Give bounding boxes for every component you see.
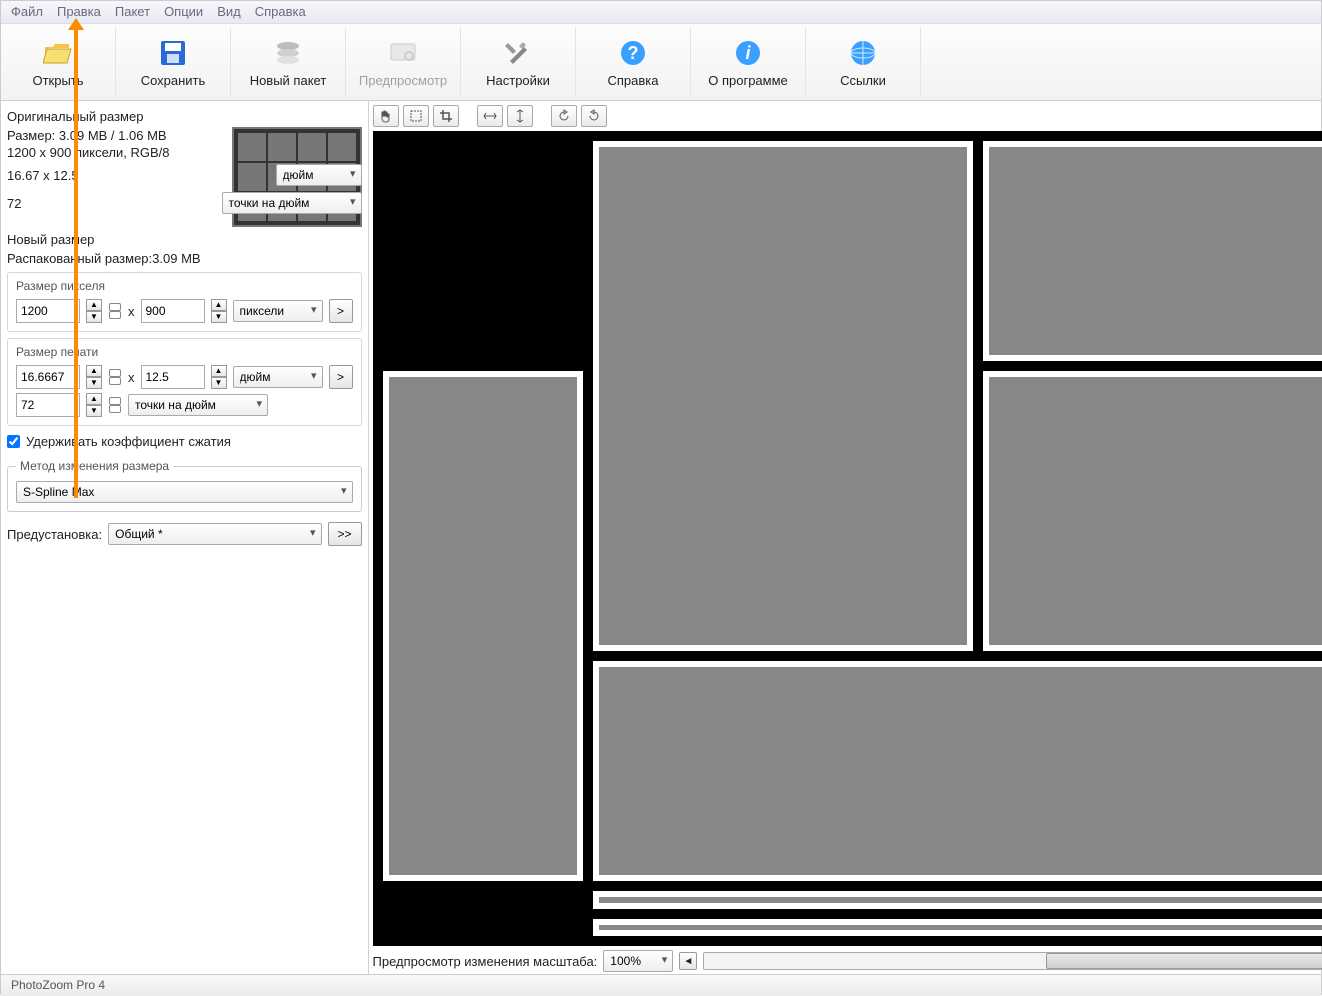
x-separator: x bbox=[128, 304, 135, 319]
left-panel: Оригинальный размер Размер: 3.09 MB / 1.… bbox=[1, 101, 369, 974]
pixel-unit-select[interactable]: пиксели bbox=[233, 300, 323, 322]
collage-tile bbox=[983, 371, 1322, 651]
zoom-label: Предпросмотр изменения масштаба: bbox=[373, 954, 598, 969]
status-bar: PhotoZoom Pro 4 bbox=[1, 974, 1321, 996]
pixel-size-group: Размер пикселя ▲▼ x ▲▼ пиксели > bbox=[7, 272, 362, 332]
resolution-spinner[interactable]: ▲▼ bbox=[86, 393, 102, 417]
print-lock-icon[interactable] bbox=[108, 365, 122, 389]
preview-toolbar bbox=[369, 101, 1322, 131]
new-batch-button[interactable]: Новый пакет bbox=[231, 28, 346, 96]
unpacked-size: Распакованный размер:3.09 MB bbox=[7, 251, 362, 266]
main-toolbar: Открыть Сохранить Новый пакет Предпросмо… bbox=[1, 23, 1321, 101]
about-button[interactable]: i О программе bbox=[691, 28, 806, 96]
open-button[interactable]: Открыть bbox=[1, 28, 116, 96]
pixel-height-spinner[interactable]: ▲▼ bbox=[211, 299, 227, 323]
preview-label: Предпросмотр bbox=[359, 73, 447, 88]
help-button[interactable]: ? Справка bbox=[576, 28, 691, 96]
collage-tile bbox=[383, 371, 583, 881]
rotate-right-button[interactable] bbox=[581, 105, 607, 127]
links-button[interactable]: Ссылки bbox=[806, 28, 921, 96]
new-batch-label: Новый пакет bbox=[250, 73, 327, 88]
pixel-width-input[interactable] bbox=[16, 299, 80, 323]
menubar: Файл Правка Пакет Опции Вид Справка bbox=[1, 1, 1321, 23]
resize-method-group: Метод изменения размера S-Spline Max bbox=[7, 459, 362, 512]
svg-text:?: ? bbox=[628, 43, 639, 63]
aspect-lock-icon[interactable] bbox=[108, 299, 122, 323]
crop-tool-button[interactable] bbox=[433, 105, 459, 127]
resize-method-select[interactable]: S-Spline Max bbox=[16, 481, 353, 503]
menu-file[interactable]: Файл bbox=[11, 4, 43, 20]
menu-help[interactable]: Справка bbox=[255, 4, 306, 20]
print-size-group: Размер печати ▲▼ x ▲▼ дюйм > ▲▼ точки на… bbox=[7, 338, 362, 426]
menu-options[interactable]: Опции bbox=[164, 4, 203, 20]
print-unit-select[interactable]: дюйм bbox=[233, 366, 323, 388]
stack-icon bbox=[272, 37, 304, 69]
globe-icon bbox=[847, 37, 879, 69]
settings-button[interactable]: Настройки bbox=[461, 28, 576, 96]
rotate-left-button[interactable] bbox=[551, 105, 577, 127]
image-preview[interactable] bbox=[373, 131, 1322, 946]
preview-zoom-bar: Предпросмотр изменения масштаба: 100% ◄ … bbox=[373, 950, 1322, 972]
pixel-width-spinner[interactable]: ▲▼ bbox=[86, 299, 102, 323]
preset-select[interactable]: Общий * bbox=[108, 523, 321, 545]
links-label: Ссылки bbox=[840, 73, 886, 88]
save-label: Сохранить bbox=[141, 73, 206, 88]
preset-more-button[interactable]: >> bbox=[328, 522, 362, 546]
save-disk-icon bbox=[157, 37, 189, 69]
folder-open-icon bbox=[42, 37, 74, 69]
resolution-unit-select[interactable]: точки на дюйм bbox=[128, 394, 268, 416]
about-label: О программе bbox=[708, 73, 788, 88]
scroll-left-button[interactable]: ◄ bbox=[679, 952, 697, 970]
collage-tile bbox=[593, 661, 1322, 881]
hand-tool-button[interactable] bbox=[373, 105, 399, 127]
collage-tile bbox=[593, 891, 1322, 909]
resize-method-legend: Метод изменения размера bbox=[16, 459, 173, 473]
keep-ratio-checkbox[interactable] bbox=[7, 435, 20, 448]
annotation-arrow bbox=[74, 28, 78, 498]
keep-ratio-label: Удерживать коэффициент сжатия bbox=[26, 434, 231, 449]
pixel-size-label: Размер пикселя bbox=[16, 279, 353, 293]
pixel-more-button[interactable]: > bbox=[329, 299, 353, 323]
x-separator-2: x bbox=[128, 370, 135, 385]
collage-tile bbox=[983, 141, 1322, 361]
pixel-height-input[interactable] bbox=[141, 299, 205, 323]
marquee-tool-button[interactable] bbox=[403, 105, 429, 127]
tools-icon bbox=[502, 37, 534, 69]
new-size-title: Новый размер bbox=[7, 228, 362, 249]
help-icon: ? bbox=[617, 37, 649, 69]
print-more-button[interactable]: > bbox=[329, 365, 353, 389]
original-dpi-select[interactable]: точки на дюйм bbox=[222, 192, 362, 214]
menu-view[interactable]: Вид bbox=[217, 4, 241, 20]
original-resolution: 72 bbox=[7, 196, 21, 211]
horizontal-scrollbar[interactable] bbox=[703, 952, 1322, 970]
info-icon: i bbox=[732, 37, 764, 69]
zoom-select[interactable]: 100% bbox=[603, 950, 673, 972]
flip-horizontal-button[interactable] bbox=[477, 105, 503, 127]
menu-batch[interactable]: Пакет bbox=[115, 4, 150, 20]
save-button[interactable]: Сохранить bbox=[116, 28, 231, 96]
right-panel: Предпросмотр изменения масштаба: 100% ◄ … bbox=[369, 101, 1322, 974]
help-label: Справка bbox=[608, 73, 659, 88]
flip-vertical-button[interactable] bbox=[507, 105, 533, 127]
original-unit-select[interactable]: дюйм bbox=[276, 164, 362, 186]
print-height-spinner[interactable]: ▲▼ bbox=[211, 365, 227, 389]
preview-button[interactable]: Предпросмотр bbox=[346, 28, 461, 96]
print-size-label: Размер печати bbox=[16, 345, 353, 359]
magnify-icon bbox=[387, 37, 419, 69]
print-width-input[interactable] bbox=[16, 365, 80, 389]
print-height-input[interactable] bbox=[141, 365, 205, 389]
preset-label: Предустановка: bbox=[7, 527, 102, 542]
print-width-spinner[interactable]: ▲▼ bbox=[86, 365, 102, 389]
res-lock-icon[interactable] bbox=[108, 393, 122, 417]
original-dims: 16.67 x 12.5 bbox=[7, 168, 79, 183]
status-text: PhotoZoom Pro 4 bbox=[11, 978, 105, 992]
settings-label: Настройки bbox=[486, 73, 550, 88]
resolution-input[interactable] bbox=[16, 393, 80, 417]
collage-tile bbox=[593, 141, 973, 651]
original-size-title: Оригинальный размер bbox=[7, 105, 362, 126]
collage-tile bbox=[593, 919, 1322, 937]
